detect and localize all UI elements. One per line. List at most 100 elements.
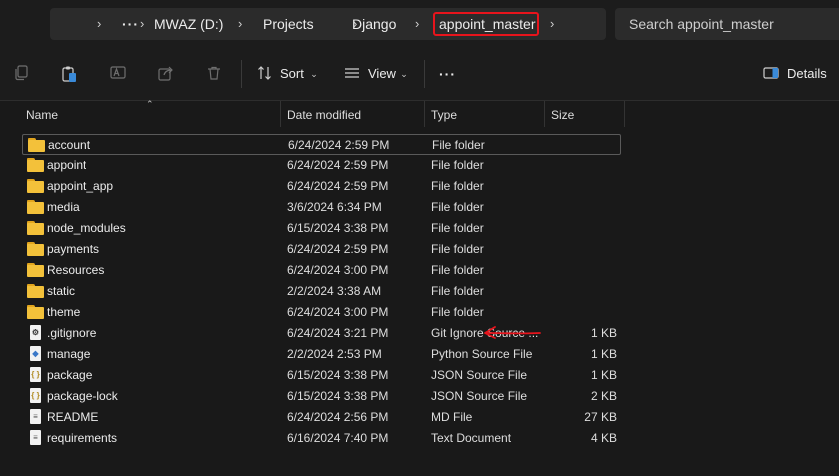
sort-icon[interactable]: [256, 65, 274, 83]
file-name: theme: [47, 305, 81, 319]
chevron-right-icon[interactable]: ›: [415, 8, 419, 40]
json-file-icon: { }: [27, 388, 44, 403]
command-bar: Sort ⌄ View ⌄ ··· Details: [0, 48, 839, 101]
folder-icon: [27, 158, 44, 172]
file-type: File folder: [431, 263, 484, 277]
file-name: appoint_app: [47, 179, 114, 193]
file-date-modified: 2/2/2024 2:53 PM: [287, 347, 382, 361]
file-size: 27 KB: [584, 410, 617, 424]
folder-icon: [27, 179, 44, 193]
file-list: ⌃ Name Date modified Type Size account 6/…: [0, 99, 839, 476]
folder-icon: [27, 221, 44, 235]
paste-icon[interactable]: [60, 65, 78, 83]
file-name: payments: [47, 242, 100, 256]
python-file-icon: ◆: [27, 346, 44, 361]
file-row[interactable]: node_modules 6/15/2024 3:38 PM File folder: [22, 218, 621, 239]
file-row[interactable]: payments 6/24/2024 2:59 PM File folder: [22, 239, 621, 260]
file-date-modified: 6/24/2024 3:00 PM: [287, 305, 389, 319]
details-pane-icon[interactable]: [762, 65, 780, 83]
file-row[interactable]: { } package 6/15/2024 3:38 PM JSON Source F…: [22, 365, 621, 386]
chevron-right-icon[interactable]: ›: [238, 8, 242, 40]
file-type: File folder: [431, 305, 484, 319]
file-date-modified: 6/24/2024 3:00 PM: [287, 263, 389, 277]
file-name: README: [47, 410, 99, 424]
breadcrumb-django[interactable]: Django: [352, 8, 396, 40]
file-row[interactable]: ◆ manage 2/2/2024 2:53 PM Python Source Fil…: [22, 344, 621, 365]
share-icon[interactable]: [157, 65, 175, 83]
details-button[interactable]: Details: [787, 62, 827, 86]
folder-icon: [27, 305, 44, 319]
file-row[interactable]: media 3/6/2024 6:34 PM File folder: [22, 197, 621, 218]
column-header-type[interactable]: Type: [431, 101, 457, 129]
file-row[interactable]: account 6/24/2024 2:59 PM File folder: [22, 134, 621, 155]
json-file-icon: { }: [27, 367, 44, 382]
red-highlight-annotation: [433, 12, 539, 36]
file-row[interactable]: { } package-lock 6/15/2024 3:38 PM JSON Sou…: [22, 386, 621, 407]
chevron-down-icon[interactable]: ⌄: [305, 65, 323, 83]
file-name: appoint: [47, 158, 87, 172]
column-header-name[interactable]: Name: [26, 101, 58, 129]
file-size: 1 KB: [590, 368, 617, 382]
rename-icon[interactable]: [109, 65, 127, 83]
file-row[interactable]: ≡ requirements 6/16/2024 7:40 PM Text Docum…: [22, 428, 621, 449]
toolbar-divider: [424, 60, 425, 88]
toolbar-divider: [241, 60, 242, 88]
breadcrumb-overflow-button[interactable]: ···: [122, 8, 139, 40]
chevron-right-icon[interactable]: ›: [140, 8, 144, 40]
file-name: Resources: [47, 263, 105, 277]
breadcrumb-drive[interactable]: MWAZ (D:): [154, 8, 223, 40]
view-button[interactable]: View: [368, 62, 396, 86]
file-date-modified: 6/24/2024 3:21 PM: [287, 326, 389, 340]
gitignore-file-icon: ⚙: [27, 325, 44, 340]
file-date-modified: 6/15/2024 3:38 PM: [287, 389, 389, 403]
file-type: Text Document: [431, 431, 512, 445]
file-date-modified: 6/24/2024 2:59 PM: [287, 158, 389, 172]
sort-button[interactable]: Sort: [280, 62, 304, 86]
file-name: package: [47, 368, 93, 382]
file-row[interactable]: Resources 6/24/2024 3:00 PM File folder: [22, 260, 621, 281]
column-divider[interactable]: [544, 101, 545, 127]
file-name: requirements: [47, 431, 118, 445]
file-type: File folder: [431, 179, 484, 193]
delete-icon[interactable]: [205, 65, 223, 83]
file-row[interactable]: appoint_app 6/24/2024 2:59 PM File folder: [22, 176, 621, 197]
file-date-modified: 6/15/2024 3:38 PM: [287, 368, 389, 382]
view-icon[interactable]: [343, 65, 361, 83]
search-input[interactable]: Search appoint_master: [629, 8, 774, 40]
chevron-right-icon[interactable]: ›: [550, 8, 554, 40]
red-arrow-annotation: [484, 326, 541, 339]
column-divider[interactable]: [624, 101, 625, 127]
file-row[interactable]: theme 6/24/2024 3:00 PM File folder: [22, 302, 621, 323]
file-type: File folder: [432, 138, 485, 152]
search-box[interactable]: Search appoint_master: [615, 8, 839, 40]
copy-icon[interactable]: [13, 65, 31, 83]
address-bar-area: › ··· › MWAZ (D:) › Projects › Django › …: [0, 0, 839, 48]
chevron-down-icon[interactable]: ⌄: [395, 65, 413, 83]
chevron-right-icon[interactable]: ›: [97, 8, 101, 40]
file-name: manage: [47, 347, 91, 361]
folder-icon: [27, 284, 44, 298]
see-more-button[interactable]: ···: [439, 62, 456, 86]
breadcrumb: › ··· › MWAZ (D:) › Projects › Django › …: [50, 8, 606, 40]
file-date-modified: 2/2/2024 3:38 AM: [287, 284, 382, 298]
column-divider[interactable]: [280, 101, 281, 127]
file-date-modified: 6/16/2024 7:40 PM: [287, 431, 389, 445]
column-divider[interactable]: [424, 101, 425, 127]
sort-ascending-icon: ⌃: [146, 99, 154, 109]
file-name: account: [48, 138, 91, 152]
folder-icon: [28, 138, 45, 152]
folder-icon: [27, 242, 44, 256]
breadcrumb-projects[interactable]: Projects: [263, 8, 314, 40]
file-size: 4 KB: [590, 431, 617, 445]
file-date-modified: 6/24/2024 2:59 PM: [288, 138, 390, 152]
file-size: 2 KB: [590, 389, 617, 403]
file-type: Python Source File: [431, 347, 533, 361]
column-header-size[interactable]: Size: [551, 101, 574, 129]
file-size: 1 KB: [590, 326, 617, 340]
file-type: File folder: [431, 200, 484, 214]
file-row[interactable]: appoint 6/24/2024 2:59 PM File folder: [22, 155, 621, 176]
file-type: File folder: [431, 284, 484, 298]
file-row[interactable]: static 2/2/2024 3:38 AM File folder: [22, 281, 621, 302]
file-row[interactable]: ≡ README 6/24/2024 2:56 PM MD File 27 KB: [22, 407, 621, 428]
column-header-date[interactable]: Date modified: [287, 101, 361, 129]
